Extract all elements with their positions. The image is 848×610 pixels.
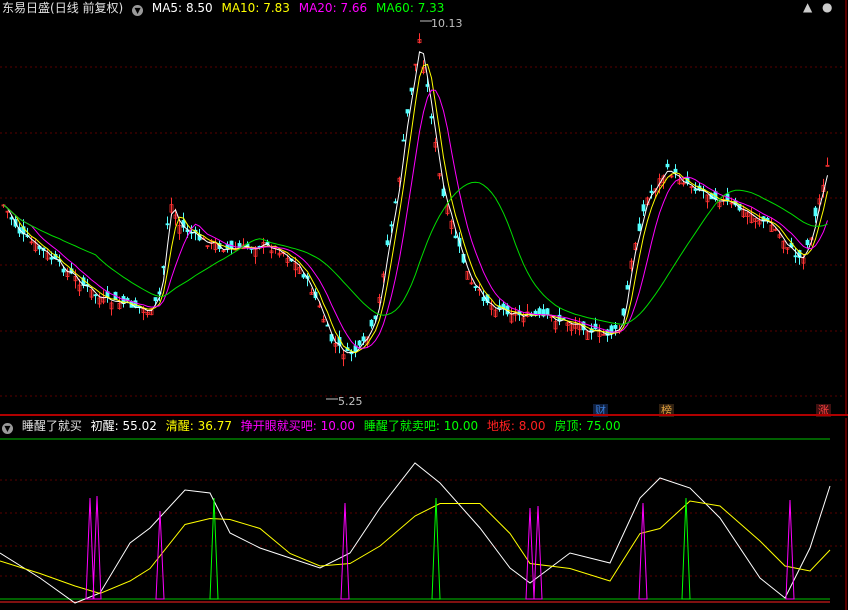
candle-body xyxy=(357,340,362,346)
candle-body xyxy=(401,139,406,142)
candle-body xyxy=(665,163,670,168)
candle-body xyxy=(609,325,614,335)
candle-body xyxy=(361,336,366,342)
candle-body xyxy=(621,308,626,316)
scroll-up-icon[interactable]: ▲ xyxy=(803,0,812,14)
candle-body xyxy=(429,116,434,119)
candle-body xyxy=(545,308,550,315)
candle-body xyxy=(625,285,630,290)
ma5-readout: MA5: 8.50 xyxy=(151,1,213,15)
candle-body xyxy=(805,239,810,246)
candle-body xyxy=(165,223,170,226)
candle-body xyxy=(49,257,54,260)
stock-name[interactable]: 东易日盛 xyxy=(2,1,50,15)
buy-signal-spike xyxy=(638,502,648,600)
low-price-mark: 5.25 xyxy=(338,395,363,408)
candle-body xyxy=(825,164,830,167)
candle-body xyxy=(813,207,818,217)
price-header: 东易日盛(日线 前复权) ▼ MA5: 8.50 MA10: 7.83 MA20… xyxy=(2,0,449,16)
ma10-readout: MA10: 7.83 xyxy=(221,1,290,15)
buy-signal-spike xyxy=(155,510,165,600)
indicator-item-floor: 地板: 8.00 xyxy=(486,419,546,433)
ma5-line xyxy=(3,51,828,354)
candle-body xyxy=(301,274,306,278)
candle-body xyxy=(673,168,678,173)
buy-signal-spike xyxy=(785,499,795,600)
candle-body xyxy=(93,294,98,297)
close-icon[interactable]: ● xyxy=(822,0,832,14)
candle-body xyxy=(641,204,646,212)
buy-signal-spike xyxy=(340,502,350,600)
ma20-line xyxy=(3,89,828,349)
qingxing-line xyxy=(0,500,831,595)
candle-body xyxy=(537,308,542,315)
candle-body xyxy=(613,325,618,329)
indicator-name[interactable]: 睡醒了就买 xyxy=(22,419,82,433)
candle-body xyxy=(481,297,486,301)
buy-signal-spike xyxy=(533,505,543,600)
candle-body xyxy=(637,223,642,232)
candle-body xyxy=(453,235,458,239)
candle-body xyxy=(385,240,390,246)
indicator-item-sell: 睡醒了就卖吧: 10.00 xyxy=(363,419,479,433)
buy-signal-spike xyxy=(92,495,102,600)
high-price-mark: 10.13 xyxy=(431,17,463,30)
chuxing-line xyxy=(0,462,831,604)
candle-body xyxy=(649,190,654,193)
indicator-header: ▼ 睡醒了就买 初醒: 55.02 清醒: 36.77 挣开眼就买吧: 10.0… xyxy=(2,418,626,434)
candle-body xyxy=(473,286,478,289)
period-label[interactable]: (日线 前复权) xyxy=(50,1,123,15)
price-chart-panel[interactable]: 东易日盛(日线 前复权) ▼ MA5: 8.50 MA10: 7.83 MA20… xyxy=(0,0,848,417)
candle-body xyxy=(405,109,410,114)
panel-divider[interactable] xyxy=(0,414,848,416)
candle-body xyxy=(153,297,158,302)
chevron-down-icon[interactable]: ▼ xyxy=(132,5,144,16)
candle-body xyxy=(393,201,398,204)
ma10-line xyxy=(3,63,828,354)
price-chart xyxy=(0,0,847,414)
indicator-item-chuxing: 初醒: 55.02 xyxy=(90,419,157,433)
indicator-panel[interactable]: ▼ 睡醒了就买 初醒: 55.02 清醒: 36.77 挣开眼就买吧: 10.0… xyxy=(0,418,848,610)
indicator-item-roof: 房顶: 75.00 xyxy=(554,419,621,433)
candle-body xyxy=(389,224,394,227)
indicator-item-buy: 挣开眼就买吧: 10.00 xyxy=(240,419,356,433)
indicator-chart xyxy=(0,418,847,610)
chevron-down-icon[interactable]: ▼ xyxy=(2,423,13,434)
ma60-readout: MA60: 7.33 xyxy=(375,1,445,15)
candle-body xyxy=(409,87,414,92)
buy-signal-spike xyxy=(525,507,535,600)
ma20-readout: MA20: 7.66 xyxy=(298,1,368,15)
candle-body xyxy=(793,255,798,258)
indicator-item-qingxing: 清醒: 36.77 xyxy=(165,419,232,433)
candle-body xyxy=(61,268,66,273)
candle-body xyxy=(369,319,374,327)
